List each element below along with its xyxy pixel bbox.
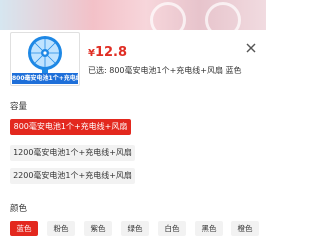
color-option[interactable]: 蓝色 bbox=[10, 221, 38, 236]
capacity-option[interactable]: 800毫安电池1个+充电线+风扇 bbox=[10, 119, 131, 135]
capacity-title: 容量 bbox=[10, 102, 28, 112]
color-option[interactable]: 白色 bbox=[158, 221, 186, 236]
color-option[interactable]: 紫色 bbox=[84, 221, 112, 236]
fan-image bbox=[28, 36, 62, 73]
color-option[interactable]: 粉色 bbox=[47, 221, 75, 236]
close-icon[interactable] bbox=[244, 40, 258, 54]
price: ¥12.8 bbox=[88, 45, 127, 60]
capacity-option[interactable]: 2200毫安电池1个+充电线+风扇 bbox=[10, 168, 135, 184]
thumbnail-tag: 800毫安电池1个+充电线+风扇 bbox=[12, 73, 78, 84]
product-backdrop-image bbox=[0, 0, 266, 38]
color-option[interactable]: 橙色 bbox=[231, 221, 259, 236]
sku-sheet: 800毫安电池1个+充电线+风扇 ¥12.8 已选: 800毫安电池1个+充电线… bbox=[0, 30, 266, 245]
sku-selector-screen: 800毫安电池1个+充电线+风扇 ¥12.8 已选: 800毫安电池1个+充电线… bbox=[0, 0, 266, 245]
price-value: 12.8 bbox=[94, 45, 128, 60]
product-thumbnail: 800毫安电池1个+充电线+风扇 bbox=[10, 32, 80, 86]
price-symbol: ¥ bbox=[88, 48, 95, 59]
color-title: 颜色 bbox=[10, 204, 28, 214]
color-option[interactable]: 绿色 bbox=[121, 221, 149, 236]
selected-summary: 已选: 800毫安电池1个+充电线+风扇 蓝色 bbox=[88, 66, 242, 75]
color-option[interactable]: 黑色 bbox=[195, 221, 223, 236]
capacity-option[interactable]: 1200毫安电池1个+充电线+风扇 bbox=[10, 145, 135, 161]
